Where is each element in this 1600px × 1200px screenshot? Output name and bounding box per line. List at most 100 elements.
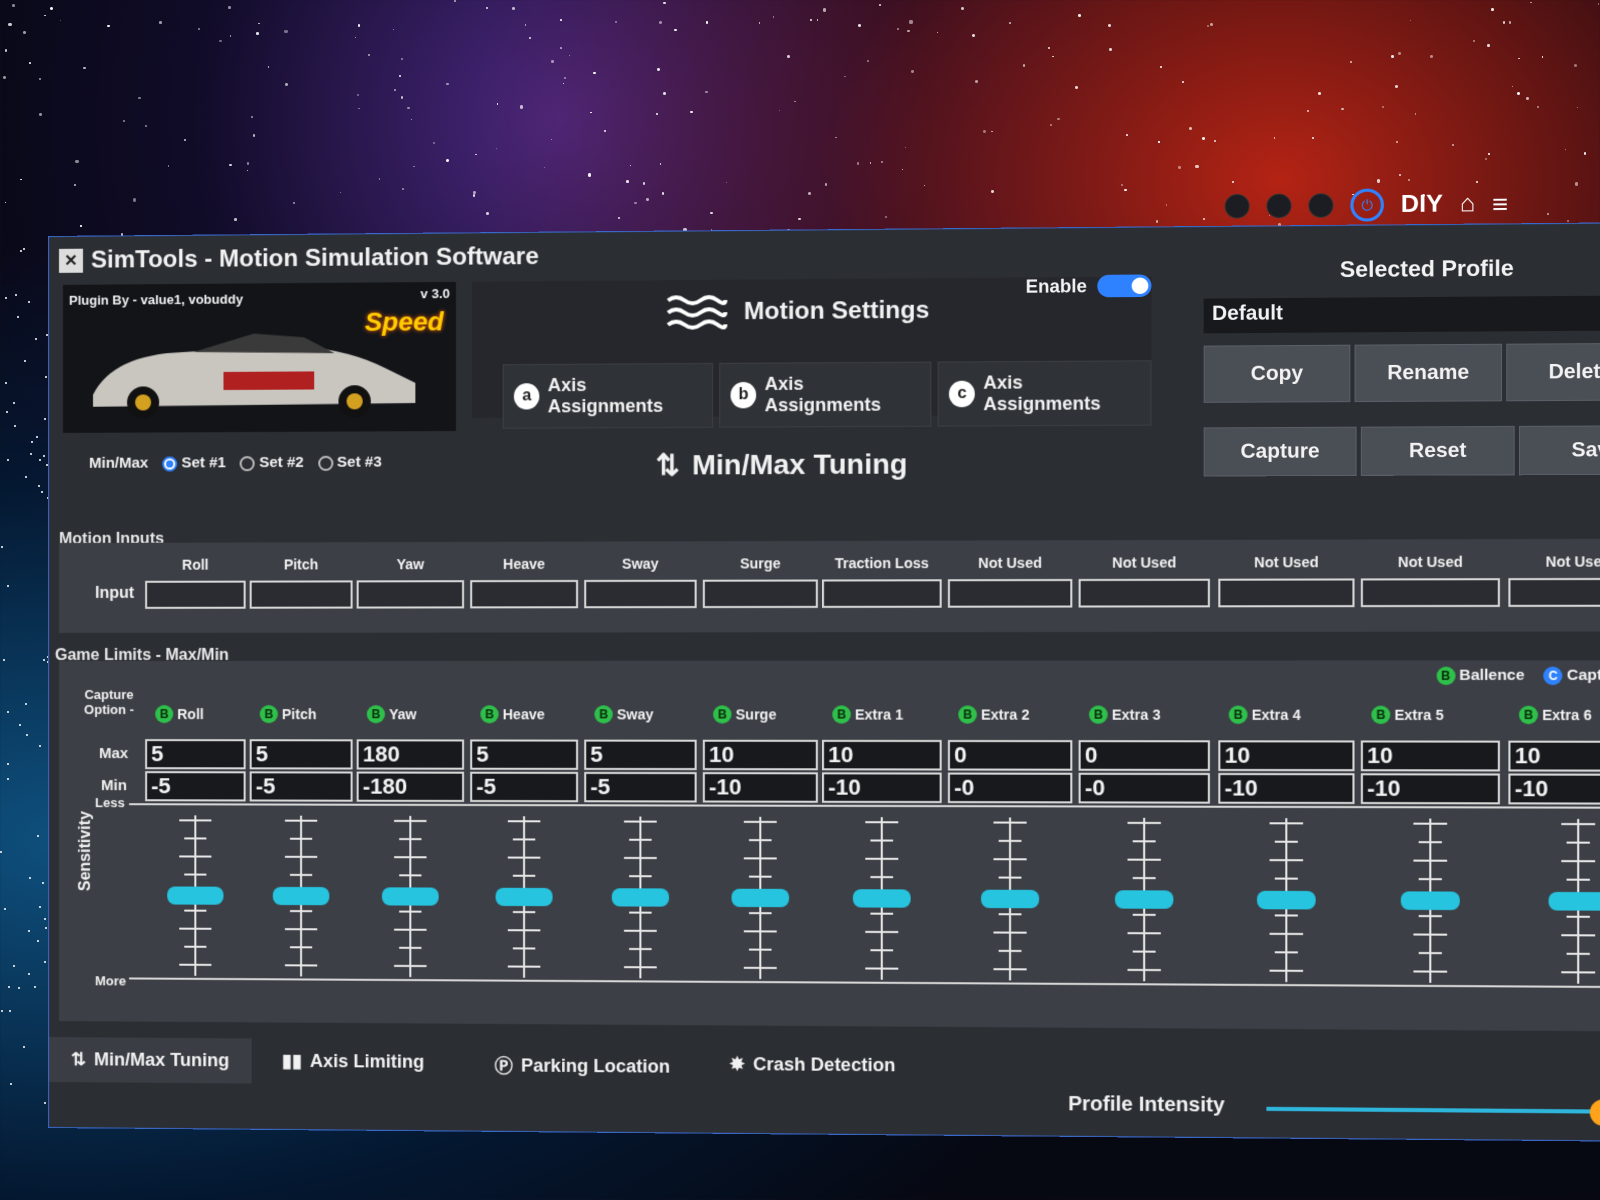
delete-profile-button[interactable]: Delete: [1506, 343, 1600, 402]
min-field[interactable]: -10: [1508, 774, 1600, 805]
tab-min-max-tuning[interactable]: ⇅ Min/Max Tuning: [49, 1037, 251, 1084]
power-icon[interactable]: ⏻: [1350, 189, 1384, 222]
slider-thumb[interactable]: [1401, 891, 1460, 910]
input-field[interactable]: [822, 579, 942, 608]
balance-badge-icon[interactable]: B: [1519, 706, 1538, 725]
set-radio-2[interactable]: Set #2: [240, 454, 304, 471]
radio-icon[interactable]: [240, 456, 255, 471]
slider-thumb[interactable]: [1115, 890, 1173, 909]
axis-assignments-tab-c[interactable]: c Axis Assignments: [938, 360, 1152, 426]
input-field[interactable]: [948, 579, 1072, 608]
max-field[interactable]: 10: [1218, 740, 1354, 771]
slider-thumb[interactable]: [981, 890, 1039, 909]
balance-badge-icon[interactable]: B: [958, 705, 977, 723]
slider-thumb[interactable]: [612, 888, 669, 906]
max-field[interactable]: 5: [145, 739, 246, 769]
input-field[interactable]: [357, 580, 464, 608]
min-field[interactable]: -5: [584, 772, 696, 803]
input-field[interactable]: [470, 580, 578, 608]
balance-badge-icon[interactable]: B: [594, 705, 612, 723]
slider-thumb[interactable]: [853, 889, 911, 908]
sensitivity-slider[interactable]: [979, 817, 1041, 980]
sensitivity-slider[interactable]: [729, 817, 791, 979]
min-field[interactable]: -0: [948, 773, 1072, 804]
sensitivity-slider[interactable]: [1399, 818, 1462, 983]
balance-badge-icon[interactable]: B: [832, 705, 851, 723]
input-field[interactable]: [1079, 579, 1210, 608]
slider-thumb[interactable]: [382, 887, 439, 905]
enable-toggle[interactable]: [1097, 274, 1151, 297]
sensitivity-slider[interactable]: [1546, 819, 1600, 984]
slider-thumb[interactable]: [732, 889, 790, 907]
slider-thumb[interactable]: [1257, 891, 1316, 910]
min-field[interactable]: -180: [357, 772, 464, 802]
balance-badge-icon[interactable]: B: [1089, 705, 1108, 723]
axis-assignments-tab-a[interactable]: a Axis Assignments: [503, 363, 713, 429]
input-field[interactable]: [703, 579, 818, 608]
min-field[interactable]: -5: [250, 771, 353, 801]
sensitivity-slider[interactable]: [165, 815, 225, 976]
rename-profile-button[interactable]: Rename: [1355, 344, 1503, 402]
input-field[interactable]: [584, 580, 696, 609]
min-field[interactable]: -10: [703, 772, 818, 803]
sensitivity-slider[interactable]: [1113, 818, 1176, 982]
input-field[interactable]: [1218, 578, 1354, 607]
profile-select[interactable]: Default: [1204, 295, 1600, 333]
sensitivity-slider[interactable]: [1255, 818, 1318, 982]
min-field[interactable]: -10: [1218, 773, 1354, 804]
radio-icon[interactable]: [318, 455, 333, 470]
input-field[interactable]: [1508, 578, 1600, 607]
balance-badge-icon[interactable]: B: [155, 705, 173, 723]
min-field[interactable]: -5: [145, 771, 246, 801]
max-field[interactable]: 10: [1361, 740, 1500, 771]
input-field[interactable]: [145, 581, 246, 609]
slider-thumb[interactable]: [167, 886, 223, 904]
capture-badge-icon[interactable]: C: [1544, 667, 1563, 686]
capture-button[interactable]: Capture: [1204, 427, 1357, 477]
max-field[interactable]: 0: [948, 740, 1072, 771]
balance-badge-icon[interactable]: B: [1229, 706, 1248, 724]
input-field[interactable]: [250, 580, 353, 608]
diy-button[interactable]: DIY: [1401, 190, 1443, 219]
sensitivity-slider[interactable]: [494, 816, 555, 978]
save-button[interactable]: Save: [1519, 425, 1600, 475]
tab-axis-limiting[interactable]: ▮▮ Axis Limiting: [260, 1038, 447, 1085]
balance-badge-icon[interactable]: B: [1371, 706, 1390, 724]
profile-intensity-thumb[interactable]: [1590, 1099, 1600, 1126]
reset-button[interactable]: Reset: [1361, 426, 1515, 476]
min-field[interactable]: -10: [822, 772, 942, 803]
max-field[interactable]: 10: [822, 740, 942, 771]
max-field[interactable]: 10: [1508, 741, 1600, 772]
max-field[interactable]: 0: [1079, 740, 1210, 771]
max-field[interactable]: 10: [703, 740, 818, 771]
sensitivity-slider[interactable]: [610, 816, 671, 978]
radio-icon[interactable]: [162, 456, 177, 471]
sensitivity-slider[interactable]: [380, 816, 441, 977]
tab-crash-detection[interactable]: ✸ Crash Detection: [707, 1042, 918, 1089]
balance-badge-icon[interactable]: B: [260, 705, 278, 723]
min-field[interactable]: -0: [1079, 773, 1210, 804]
slider-thumb[interactable]: [1549, 892, 1600, 911]
balance-badge-icon[interactable]: B: [1436, 667, 1455, 685]
max-field[interactable]: 180: [357, 739, 464, 769]
profile-intensity-track[interactable]: [1266, 1107, 1600, 1114]
min-field[interactable]: -10: [1361, 773, 1500, 804]
max-field[interactable]: 5: [250, 739, 353, 769]
set-radio-3[interactable]: Set #3: [318, 454, 382, 471]
input-field[interactable]: [1361, 578, 1500, 607]
slider-thumb[interactable]: [496, 888, 553, 906]
balance-badge-icon[interactable]: B: [713, 705, 731, 723]
min-field[interactable]: -5: [470, 772, 578, 802]
slider-thumb[interactable]: [273, 887, 330, 905]
sensitivity-slider[interactable]: [851, 817, 913, 980]
menu-icon[interactable]: ≡: [1492, 188, 1508, 220]
balance-badge-icon[interactable]: B: [367, 705, 385, 723]
axis-assignments-tab-b[interactable]: b Axis Assignments: [719, 362, 931, 428]
max-field[interactable]: 5: [470, 739, 578, 769]
home-icon[interactable]: ⌂: [1460, 190, 1475, 219]
sensitivity-slider[interactable]: [271, 816, 332, 977]
balance-badge-icon[interactable]: B: [480, 705, 498, 723]
copy-profile-button[interactable]: Copy: [1204, 345, 1351, 403]
set-radio-1[interactable]: Set #1: [162, 454, 226, 471]
max-field[interactable]: 5: [584, 740, 696, 771]
